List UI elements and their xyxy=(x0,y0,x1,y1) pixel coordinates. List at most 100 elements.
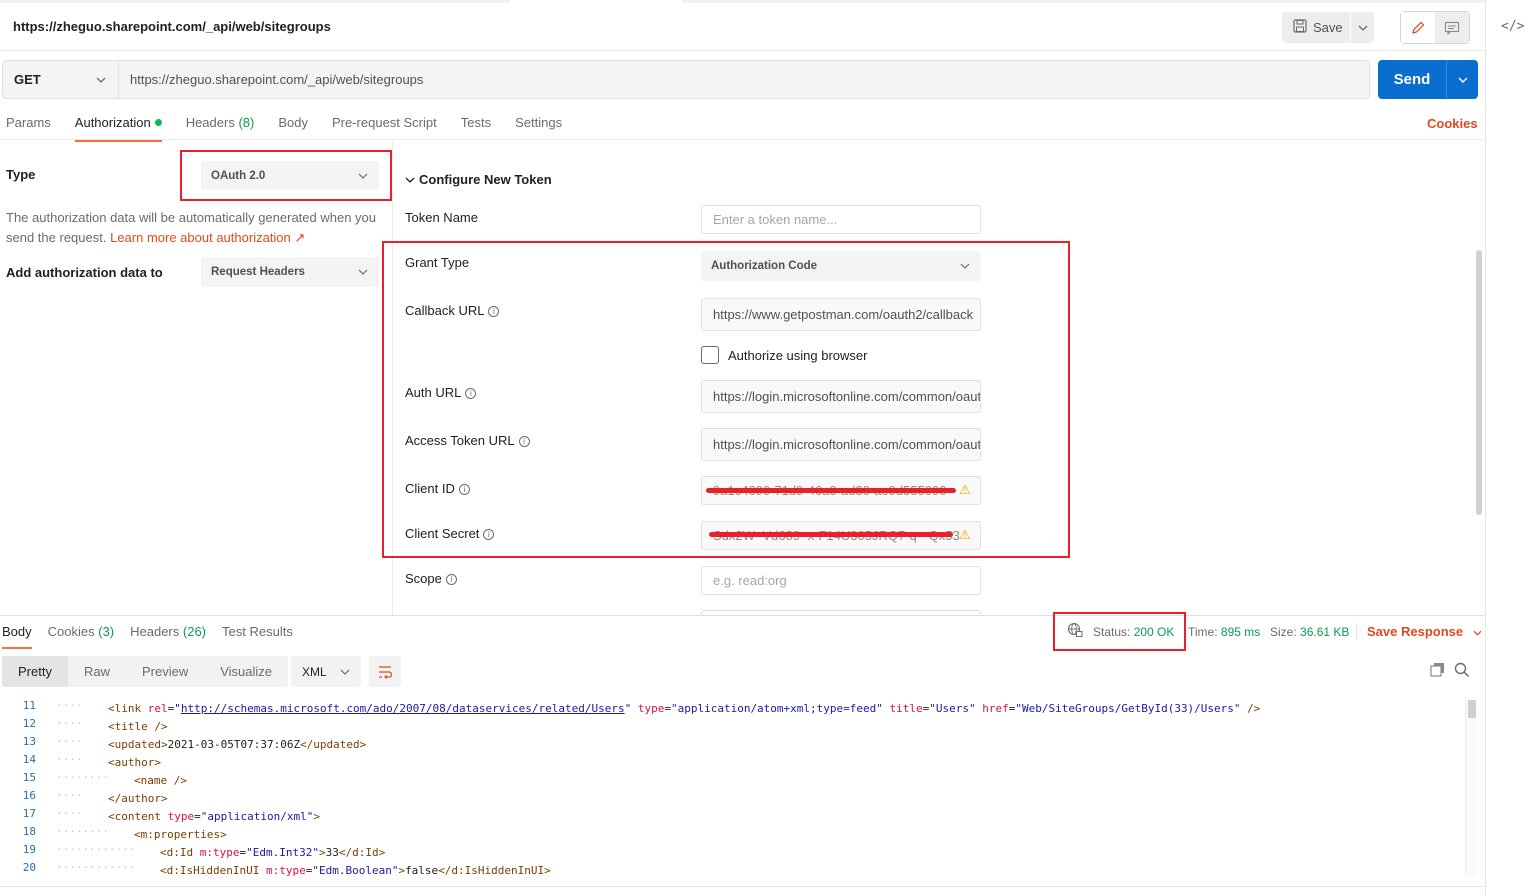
time-info[interactable]: Time: 895 ms xyxy=(1188,625,1260,639)
save-label: Save xyxy=(1313,20,1343,35)
add-to-value: Request Headers xyxy=(211,266,305,278)
scrollbar-thumb[interactable] xyxy=(1476,250,1482,515)
edit-comment-toggle[interactable] xyxy=(1400,11,1470,44)
code-line: ···· <link rel="http://schemas.microsoft… xyxy=(56,699,1261,715)
authorize-browser-option[interactable]: Authorize using browser xyxy=(701,346,867,364)
auth-type-select[interactable]: OAuth 2.0 xyxy=(201,161,379,190)
status-value: 200 OK xyxy=(1133,624,1175,639)
line-number: 16 xyxy=(22,789,36,802)
code-line: ···· </author> xyxy=(56,789,168,805)
save-response-button[interactable]: Save Response xyxy=(1367,624,1482,639)
size-info[interactable]: Size: 36.61 KB xyxy=(1270,625,1349,639)
view-pretty[interactable]: Pretty xyxy=(2,656,68,687)
auth-type-value: OAuth 2.0 xyxy=(211,169,266,182)
send-button[interactable]: Send xyxy=(1378,60,1478,99)
info-icon[interactable]: i xyxy=(518,436,530,447)
tab-label: Settings xyxy=(515,115,563,130)
code-snippet-icon[interactable]: </> xyxy=(1501,19,1524,34)
info-icon[interactable]: i xyxy=(483,529,495,540)
scrollbar-thumb[interactable] xyxy=(1468,700,1476,718)
active-tab-indicator[interactable] xyxy=(510,0,682,3)
status-bar xyxy=(0,886,1485,896)
floppy-icon xyxy=(1293,19,1307,36)
line-number: 15 xyxy=(22,771,36,784)
authorize-browser-checkbox[interactable] xyxy=(701,346,719,364)
response-code-view[interactable]: 11 ···· <link rel="http://schemas.microso… xyxy=(0,697,1466,877)
view-visualize[interactable]: Visualize xyxy=(204,656,288,687)
add-to-select[interactable]: Request Headers xyxy=(201,257,379,287)
status-indicator[interactable]: Status: 200 OK xyxy=(1053,612,1186,651)
wrap-lines-button[interactable] xyxy=(369,656,401,687)
pencil-icon[interactable] xyxy=(1401,12,1435,43)
divider xyxy=(0,139,1485,140)
code-line: ········ <m:properties> xyxy=(56,825,227,841)
tab-tests[interactable]: Tests xyxy=(461,115,491,140)
url-input[interactable]: https://zheguo.sharepoint.com/_api/web/s… xyxy=(119,61,1369,98)
save-response-label: Save Response xyxy=(1367,624,1464,639)
tab-settings[interactable]: Settings xyxy=(515,115,562,140)
tab-response-headers[interactable]: Headers (26) xyxy=(130,624,206,648)
save-dropdown-icon[interactable] xyxy=(1351,25,1374,31)
config-scrollbar[interactable] xyxy=(1476,142,1482,612)
response-tabs: Body Cookies (3) Headers (26) Test Resul… xyxy=(2,624,309,649)
chevron-down-icon xyxy=(358,269,368,275)
method-select[interactable]: GET xyxy=(3,61,119,98)
code-line: ············ <d:IsHiddenInUI m:type="Edm… xyxy=(56,861,551,877)
send-dropdown-icon[interactable] xyxy=(1447,60,1478,99)
headers-count: (8) xyxy=(238,115,255,130)
code-scrollbar[interactable] xyxy=(1465,697,1477,877)
line-number: 18 xyxy=(22,825,36,838)
callback-url-input[interactable]: https://www.getpostman.com/oauth2/callba… xyxy=(701,298,981,331)
label-text: Access Token URL xyxy=(405,433,515,448)
info-icon[interactable]: i xyxy=(458,484,470,495)
comment-icon[interactable] xyxy=(1435,12,1469,43)
tab-params[interactable]: Params xyxy=(6,115,51,140)
line-number: 19 xyxy=(22,843,36,856)
access-token-url-input[interactable]: https://login.microsoftonline.com/common… xyxy=(701,428,981,461)
tab-body[interactable]: Body xyxy=(278,115,308,140)
search-icon[interactable] xyxy=(1454,662,1470,681)
pane-divider[interactable] xyxy=(0,615,1485,616)
size-label: Size: xyxy=(1270,625,1297,639)
grant-type-select[interactable]: Authorization Code xyxy=(701,251,981,281)
view-raw[interactable]: Raw xyxy=(68,656,126,687)
request-url-bar: GET https://zheguo.sharepoint.com/_api/w… xyxy=(2,60,1370,99)
configure-token-header[interactable]: Configure New Token xyxy=(405,172,552,187)
info-icon[interactable]: i xyxy=(488,306,500,317)
type-label: Type xyxy=(6,167,36,182)
tab-label: Body xyxy=(278,115,308,130)
tab-response-body[interactable]: Body xyxy=(2,624,32,649)
tab-response-cookies[interactable]: Cookies (3) xyxy=(48,624,114,648)
client-id-label: Client ID i xyxy=(405,481,470,496)
scope-input[interactable]: e.g. read:org xyxy=(701,566,981,595)
tab-test-results[interactable]: Test Results xyxy=(222,624,293,648)
format-value: XML xyxy=(302,664,327,679)
scope-label: Scope i xyxy=(405,571,457,586)
chevron-down-icon xyxy=(960,263,970,269)
copy-icon[interactable] xyxy=(1430,662,1445,680)
add-to-label: Add authorization data to xyxy=(6,265,163,280)
line-number: 17 xyxy=(22,807,36,820)
save-button[interactable]: Save xyxy=(1282,12,1374,43)
token-name-input[interactable]: Enter a token name... xyxy=(701,205,981,234)
auth-url-input[interactable]: https://login.microsoftonline.com/common… xyxy=(701,380,981,413)
info-icon[interactable]: i xyxy=(445,574,457,585)
label-text: Client ID xyxy=(405,481,455,496)
tab-label: Headers xyxy=(185,115,235,130)
response-view-tabs: Pretty Raw Preview Visualize xyxy=(2,656,289,687)
view-preview[interactable]: Preview xyxy=(126,656,204,687)
info-icon[interactable]: i xyxy=(465,388,477,399)
send-label[interactable]: Send xyxy=(1378,60,1446,99)
tab-prerequest[interactable]: Pre-request Script xyxy=(332,115,437,140)
tab-headers[interactable]: Headers (8) xyxy=(186,115,255,140)
cookies-link[interactable]: Cookies xyxy=(1427,116,1478,131)
globe-icon[interactable] xyxy=(1067,622,1083,641)
code-line: ···· <content type="application/xml"> xyxy=(56,807,320,823)
request-title[interactable]: https://zheguo.sharepoint.com/_api/web/s… xyxy=(13,19,331,34)
format-select[interactable]: XML xyxy=(291,656,361,687)
tab-authorization[interactable]: Authorization xyxy=(74,115,162,142)
headers-count: (26) xyxy=(182,624,207,639)
client-secret-label: Client Secret i xyxy=(405,526,495,541)
learn-more-link[interactable]: Learn more about authorization ↗ xyxy=(110,230,305,245)
tab-label: Cookies xyxy=(47,624,95,639)
